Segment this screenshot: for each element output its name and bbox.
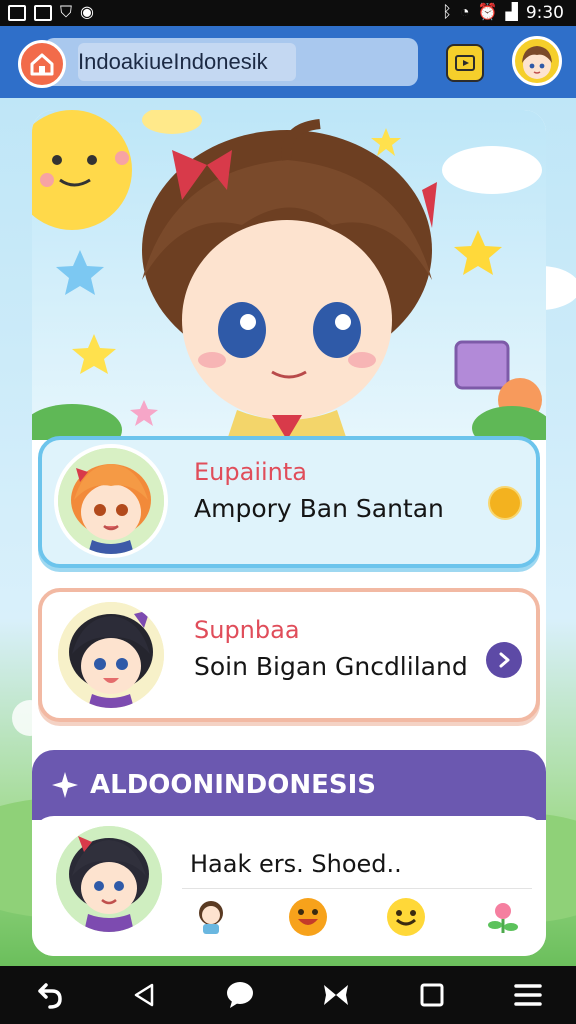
dark-hair-girl-icon [58, 602, 164, 708]
signal-icon: ▟ [505, 4, 518, 21]
kid-sticker-icon[interactable] [188, 894, 234, 940]
profile-avatar[interactable] [512, 36, 562, 86]
chat-message: Haak ers. Shoed.. [190, 850, 402, 878]
video-icon [455, 55, 475, 71]
app-bar: IndoakiueIndonesik [0, 26, 576, 98]
record-icon: ◉ [80, 4, 94, 21]
video-button[interactable] [446, 44, 484, 82]
back-button[interactable] [28, 975, 68, 1015]
hero-character-art [32, 110, 546, 456]
butterfly-icon [324, 985, 348, 1005]
chat-bubble-icon [227, 982, 253, 1008]
status-time: 9:30 [525, 3, 564, 23]
orange-hair-girl-icon [58, 448, 164, 554]
card-2-subtitle: Soin Bigan Gncdliland [194, 652, 468, 681]
square-icon [420, 983, 444, 1007]
alarm-icon: ⏰ [477, 4, 498, 21]
section-title: ALDOONINDONESIS [90, 770, 376, 800]
image-icon [34, 5, 52, 21]
address-bar[interactable]: IndoakiueIndonesik [44, 38, 418, 86]
emoji-row [182, 888, 532, 944]
menu-button[interactable] [508, 975, 548, 1015]
gallery-icon [8, 5, 26, 21]
nav-back-triangle-icon [134, 983, 154, 1007]
chat-button[interactable] [220, 975, 260, 1015]
shield-icon: ⛉ [60, 4, 73, 21]
card-1-title: Eupaiinta [194, 458, 307, 486]
waving-girl-icon [56, 826, 162, 932]
section-header: ALDOONINDONESIS [32, 750, 546, 820]
card-avatar-2 [54, 598, 168, 712]
recents-button[interactable] [412, 975, 452, 1015]
sparkle-icon [52, 772, 78, 798]
status-right: ᛒ ◔ ⏰ ▟ 9:30 [442, 3, 564, 23]
status-bar: ⛉ ◉ ᛒ ◔ ⏰ ▟ 9:30 [0, 0, 576, 26]
butterfly-button[interactable] [316, 975, 356, 1015]
flower-icon[interactable] [480, 894, 526, 940]
home-icon [30, 53, 54, 76]
chat-avatar [52, 822, 166, 936]
nav-back-triangle-button[interactable] [124, 975, 164, 1015]
avatar-face-icon [522, 46, 552, 79]
status-left: ⛉ ◉ [8, 5, 94, 21]
happy-face-icon[interactable] [383, 894, 429, 940]
system-nav-bar [0, 966, 576, 1024]
yellow-dot-icon[interactable] [488, 486, 522, 520]
card-avatar-1 [54, 444, 168, 558]
back-icon [38, 983, 62, 1009]
story-card-1[interactable]: Eupaiinta Ampory Ban Santan [38, 436, 540, 568]
play-arrow-icon [499, 652, 510, 668]
home-button[interactable] [18, 40, 66, 88]
smile-face-icon[interactable] [285, 894, 331, 940]
bluetooth-icon: ᛒ [442, 4, 452, 21]
story-card-2[interactable]: Supnbaa Soin Bigan Gncdliland [38, 588, 540, 722]
wifi-icon: ◔ [459, 4, 470, 21]
address-text: IndoakiueIndonesik [78, 43, 296, 81]
chat-card[interactable]: Haak ers. Shoed.. [32, 816, 546, 956]
card-2-title: Supnbaa [194, 616, 300, 644]
menu-icon [514, 984, 542, 1006]
card-1-subtitle: Ampory Ban Santan [194, 494, 444, 523]
hero-illustration [32, 110, 546, 456]
play-arrow-button[interactable] [486, 642, 522, 678]
